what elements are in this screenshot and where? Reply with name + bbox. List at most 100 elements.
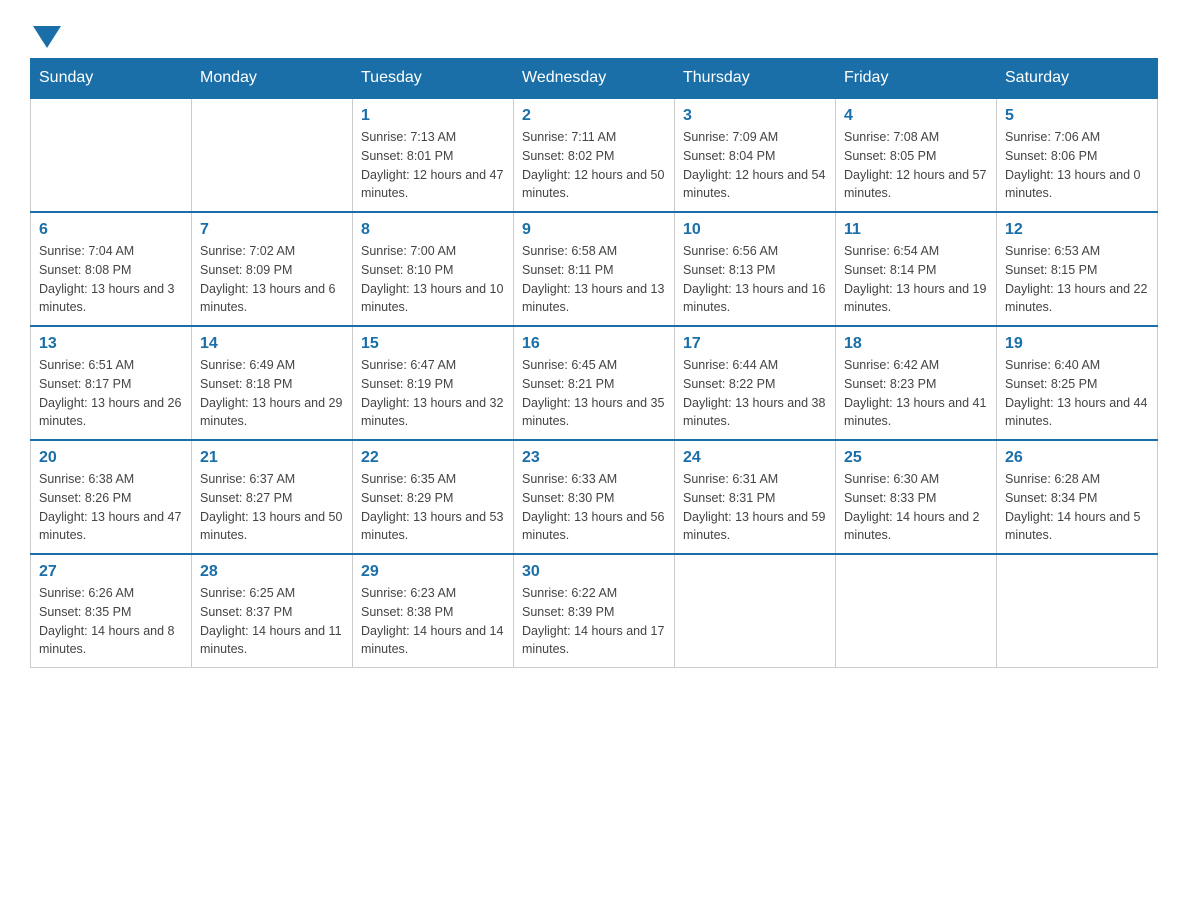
day-number: 28 [200,563,344,581]
calendar-week-row: 1 Sunrise: 7:13 AMSunset: 8:01 PMDaylight… [31,98,1158,212]
day-number: 21 [200,449,344,467]
sun-info: Sunrise: 6:37 AMSunset: 8:27 PMDaylight:… [200,470,344,545]
calendar-day-cell: 14Sunrise: 6:49 AMSunset: 8:18 PMDayligh… [192,326,353,440]
calendar-day-cell: 2 Sunrise: 7:11 AMSunset: 8:02 PMDaylight… [514,98,675,212]
calendar-day-cell: 15Sunrise: 6:47 AMSunset: 8:19 PMDayligh… [353,326,514,440]
sun-info: Sunrise: 6:38 AMSunset: 8:26 PMDaylight:… [39,470,183,545]
sun-info: Sunrise: 6:26 AMSunset: 8:35 PMDaylight:… [39,584,183,659]
logo [30,20,61,48]
calendar-day-header: Tuesday [353,59,514,99]
calendar-day-cell: 18 Sunrise: 6:42 AMSunset: 8:23 PMDayligh… [836,326,997,440]
calendar-day-cell [31,98,192,212]
day-number: 20 [39,449,183,467]
sun-info: Sunrise: 7:13 AMSunset: 8:01 PMDaylight:… [361,128,505,203]
calendar-day-cell: 17 Sunrise: 6:44 AMSunset: 8:22 PMDayligh… [675,326,836,440]
calendar-day-cell: 26 Sunrise: 6:28 AMSunset: 8:34 PMDayligh… [997,440,1158,554]
sun-info: Sunrise: 6:53 AMSunset: 8:15 PMDaylight:… [1005,242,1149,317]
calendar-day-cell: 25 Sunrise: 6:30 AMSunset: 8:33 PMDayligh… [836,440,997,554]
calendar-day-cell: 1 Sunrise: 7:13 AMSunset: 8:01 PMDaylight… [353,98,514,212]
day-number: 17 [683,335,827,353]
sun-info: Sunrise: 6:56 AMSunset: 8:13 PMDaylight:… [683,242,827,317]
calendar-day-cell: 16 Sunrise: 6:45 AMSunset: 8:21 PMDayligh… [514,326,675,440]
calendar-day-cell: 13 Sunrise: 6:51 AMSunset: 8:17 PMDayligh… [31,326,192,440]
day-number: 13 [39,335,183,353]
calendar-day-cell: 3 Sunrise: 7:09 AMSunset: 8:04 PMDaylight… [675,98,836,212]
sun-info: Sunrise: 6:58 AMSunset: 8:11 PMDaylight:… [522,242,666,317]
day-number: 3 [683,107,827,125]
sun-info: Sunrise: 7:00 AMSunset: 8:10 PMDaylight:… [361,242,505,317]
calendar-day-cell: 20 Sunrise: 6:38 AMSunset: 8:26 PMDayligh… [31,440,192,554]
calendar-day-cell: 27 Sunrise: 6:26 AMSunset: 8:35 PMDayligh… [31,554,192,668]
page-header [30,20,1158,48]
day-number: 16 [522,335,666,353]
day-number: 19 [1005,335,1149,353]
sun-info: Sunrise: 6:51 AMSunset: 8:17 PMDaylight:… [39,356,183,431]
calendar-day-cell: 22 Sunrise: 6:35 AMSunset: 8:29 PMDayligh… [353,440,514,554]
calendar-day-cell: 11 Sunrise: 6:54 AMSunset: 8:14 PMDayligh… [836,212,997,326]
calendar-day-cell [675,554,836,668]
calendar-day-cell: 7Sunrise: 7:02 AMSunset: 8:09 PMDaylight… [192,212,353,326]
sun-info: Sunrise: 7:04 AMSunset: 8:08 PMDaylight:… [39,242,183,317]
sun-info: Sunrise: 6:54 AMSunset: 8:14 PMDaylight:… [844,242,988,317]
sun-info: Sunrise: 6:35 AMSunset: 8:29 PMDaylight:… [361,470,505,545]
calendar-day-cell: 21 Sunrise: 6:37 AMSunset: 8:27 PMDayligh… [192,440,353,554]
day-number: 26 [1005,449,1149,467]
day-number: 18 [844,335,988,353]
calendar-day-header: Saturday [997,59,1158,99]
calendar-week-row: 13 Sunrise: 6:51 AMSunset: 8:17 PMDayligh… [31,326,1158,440]
sun-info: Sunrise: 6:40 AMSunset: 8:25 PMDaylight:… [1005,356,1149,431]
day-number: 23 [522,449,666,467]
day-number: 11 [844,221,988,239]
day-number: 25 [844,449,988,467]
day-number: 12 [1005,221,1149,239]
calendar-day-cell: 23Sunrise: 6:33 AMSunset: 8:30 PMDayligh… [514,440,675,554]
day-number: 10 [683,221,827,239]
day-number: 9 [522,221,666,239]
sun-info: Sunrise: 6:47 AMSunset: 8:19 PMDaylight:… [361,356,505,431]
calendar-week-row: 20 Sunrise: 6:38 AMSunset: 8:26 PMDayligh… [31,440,1158,554]
sun-info: Sunrise: 7:06 AMSunset: 8:06 PMDaylight:… [1005,128,1149,203]
day-number: 4 [844,107,988,125]
day-number: 5 [1005,107,1149,125]
sun-info: Sunrise: 6:22 AMSunset: 8:39 PMDaylight:… [522,584,666,659]
calendar-day-cell: 28Sunrise: 6:25 AMSunset: 8:37 PMDayligh… [192,554,353,668]
calendar-day-cell: 5 Sunrise: 7:06 AMSunset: 8:06 PMDaylight… [997,98,1158,212]
sun-info: Sunrise: 6:45 AMSunset: 8:21 PMDaylight:… [522,356,666,431]
day-number: 6 [39,221,183,239]
calendar-day-cell: 6 Sunrise: 7:04 AMSunset: 8:08 PMDaylight… [31,212,192,326]
day-number: 1 [361,107,505,125]
calendar-table: SundayMondayTuesdayWednesdayThursdayFrid… [30,58,1158,668]
calendar-day-header: Monday [192,59,353,99]
calendar-day-header: Friday [836,59,997,99]
calendar-header-row: SundayMondayTuesdayWednesdayThursdayFrid… [31,59,1158,99]
sun-info: Sunrise: 6:30 AMSunset: 8:33 PMDaylight:… [844,470,988,545]
sun-info: Sunrise: 6:23 AMSunset: 8:38 PMDaylight:… [361,584,505,659]
sun-info: Sunrise: 6:42 AMSunset: 8:23 PMDaylight:… [844,356,988,431]
calendar-week-row: 27 Sunrise: 6:26 AMSunset: 8:35 PMDayligh… [31,554,1158,668]
day-number: 27 [39,563,183,581]
logo-triangle-icon [33,26,61,48]
day-number: 29 [361,563,505,581]
sun-info: Sunrise: 6:28 AMSunset: 8:34 PMDaylight:… [1005,470,1149,545]
calendar-day-cell [836,554,997,668]
calendar-day-cell [192,98,353,212]
day-number: 14 [200,335,344,353]
calendar-day-cell [997,554,1158,668]
calendar-day-cell: 9 Sunrise: 6:58 AMSunset: 8:11 PMDaylight… [514,212,675,326]
calendar-day-cell: 29 Sunrise: 6:23 AMSunset: 8:38 PMDayligh… [353,554,514,668]
calendar-day-cell: 19 Sunrise: 6:40 AMSunset: 8:25 PMDayligh… [997,326,1158,440]
sun-info: Sunrise: 7:11 AMSunset: 8:02 PMDaylight:… [522,128,666,203]
calendar-day-cell: 24 Sunrise: 6:31 AMSunset: 8:31 PMDayligh… [675,440,836,554]
day-number: 8 [361,221,505,239]
sun-info: Sunrise: 6:44 AMSunset: 8:22 PMDaylight:… [683,356,827,431]
day-number: 24 [683,449,827,467]
calendar-week-row: 6 Sunrise: 7:04 AMSunset: 8:08 PMDaylight… [31,212,1158,326]
calendar-day-cell: 10 Sunrise: 6:56 AMSunset: 8:13 PMDayligh… [675,212,836,326]
day-number: 2 [522,107,666,125]
day-number: 7 [200,221,344,239]
calendar-day-header: Thursday [675,59,836,99]
sun-info: Sunrise: 6:31 AMSunset: 8:31 PMDaylight:… [683,470,827,545]
calendar-day-cell: 4Sunrise: 7:08 AMSunset: 8:05 PMDaylight… [836,98,997,212]
day-number: 22 [361,449,505,467]
sun-info: Sunrise: 7:09 AMSunset: 8:04 PMDaylight:… [683,128,827,203]
